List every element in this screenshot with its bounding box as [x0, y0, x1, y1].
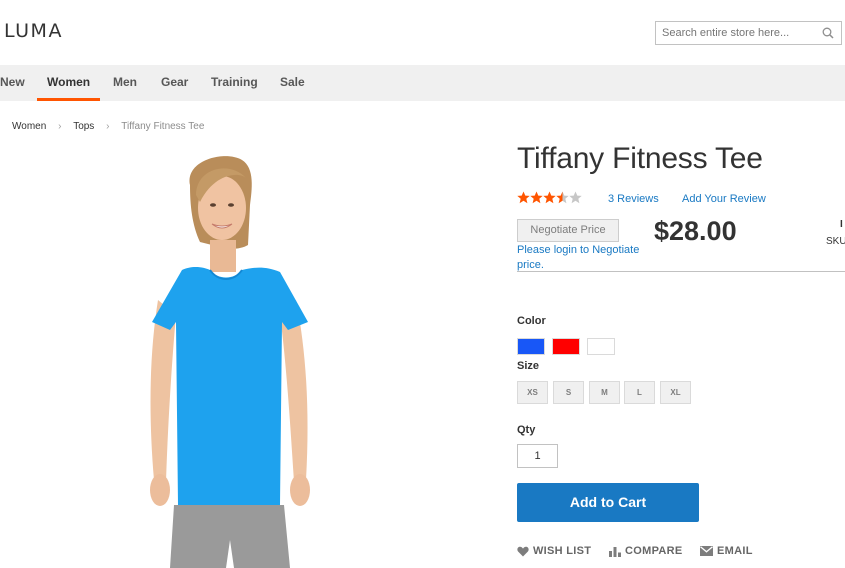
search-icon[interactable] — [822, 27, 834, 39]
rating-stars[interactable] — [517, 191, 582, 206]
email-link[interactable]: EMAIL — [700, 545, 753, 557]
star-icon — [569, 191, 582, 204]
heart-icon — [517, 546, 529, 557]
nav-item-men[interactable]: Men — [113, 65, 137, 101]
compare-link[interactable]: COMPARE — [609, 545, 683, 557]
qty-label: Qty — [517, 424, 536, 436]
star-icon — [543, 191, 556, 204]
color-label: Color — [517, 315, 546, 327]
breadcrumb-tops[interactable]: Tops — [73, 121, 94, 132]
chevron-right-icon: › — [58, 121, 62, 132]
product-price: $28.00 — [654, 216, 737, 246]
nav-item-sale[interactable]: Sale — [280, 65, 305, 101]
divider — [517, 271, 845, 272]
email-label: EMAIL — [717, 545, 753, 557]
star-icon — [517, 191, 530, 204]
size-option-xs[interactable]: XS — [517, 381, 548, 404]
breadcrumb: Women › Tops › Tiffany Fitness Tee — [12, 121, 204, 132]
star-icon — [530, 191, 543, 204]
sku-label: SKU — [826, 236, 845, 247]
nav-item-gear[interactable]: Gear — [161, 65, 188, 101]
bar-chart-icon — [609, 546, 621, 557]
main-nav: New Women Men Gear Training Sale — [0, 65, 845, 101]
product-page: LUMA New Women Men Gear Training Sale Wo… — [0, 0, 845, 568]
size-label: Size — [517, 360, 540, 372]
qty-input[interactable]: 1 — [517, 444, 558, 468]
size-option-xl[interactable]: XL — [660, 381, 691, 404]
size-option-s[interactable]: S — [553, 381, 584, 404]
product-title: Tiffany Fitness Tee — [517, 142, 763, 175]
color-swatch-red[interactable] — [552, 338, 580, 355]
wish-list-label: WISH LIST — [533, 545, 592, 557]
nav-item-training[interactable]: Training — [211, 65, 258, 101]
color-swatch-white[interactable] — [587, 338, 615, 355]
add-review-link[interactable]: Add Your Review — [682, 193, 766, 205]
negotiate-login-link[interactable]: Please login to Negotiate price. — [517, 243, 647, 273]
luma-logo[interactable]: LUMA — [4, 20, 63, 42]
negotiate-price-button[interactable]: Negotiate Price — [517, 219, 619, 242]
breadcrumb-current: Tiffany Fitness Tee — [121, 121, 205, 132]
site-header: LUMA — [0, 0, 845, 65]
wish-list-link[interactable]: WISH LIST — [517, 545, 591, 557]
nav-item-women[interactable]: Women — [37, 65, 101, 101]
add-to-cart-button[interactable]: Add to Cart — [517, 483, 699, 522]
size-option-m[interactable]: M — [589, 381, 620, 404]
envelope-icon — [700, 546, 713, 557]
size-option-l[interactable]: L — [624, 381, 655, 404]
color-swatch-blue[interactable] — [517, 338, 545, 355]
search-input[interactable] — [662, 25, 812, 41]
compare-label: COMPARE — [625, 545, 683, 557]
reviews-link[interactable]: 3 Reviews — [608, 193, 659, 205]
breadcrumb-women[interactable]: Women — [12, 121, 46, 132]
nav-item-new[interactable]: New — [0, 65, 25, 101]
chevron-right-icon: › — [106, 121, 110, 132]
search-box[interactable] — [655, 21, 842, 45]
stock-label: I — [840, 219, 843, 230]
star-icon — [556, 191, 569, 204]
product-image[interactable] — [130, 150, 340, 568]
